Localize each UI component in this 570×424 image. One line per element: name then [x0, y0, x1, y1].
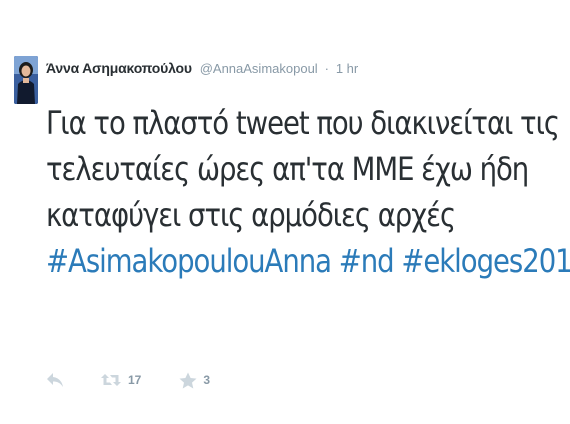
retweet-button[interactable]: 17: [100, 372, 141, 388]
display-name[interactable]: Άννα Ασημακοπούλου: [46, 60, 192, 76]
hashtag-link[interactable]: #nd: [339, 242, 395, 280]
tweet-text: Για το πλαστό tweet που διακινείται τις …: [46, 100, 570, 284]
hashtag-link[interactable]: #ekloges2015: [401, 242, 570, 280]
favorite-button[interactable]: 3: [179, 372, 210, 389]
retweet-icon: [101, 374, 121, 386]
hashtag-link[interactable]: #AsimakopoulouAnna: [46, 242, 332, 280]
reply-button[interactable]: [46, 372, 64, 388]
user-handle[interactable]: @AnnaAsimakopoul: [200, 61, 318, 76]
tweet: Άννα Ασημακοπούλου @AnnaAsimakopoul · 1 …: [0, 0, 570, 424]
favorite-count: 3: [203, 373, 211, 387]
tweet-text-line: τελευταίες ώρες απ'τα ΜΜΕ έχω ήδη: [46, 150, 529, 188]
tweet-header: Άννα Ασημακοπούλου @AnnaAsimakopoul · 1 …: [46, 58, 358, 78]
tweet-actions: 17 3: [46, 368, 210, 392]
star-icon: [179, 372, 197, 388]
tweet-text-line: Για το πλαστό tweet που διακινείται τις: [46, 104, 560, 142]
reply-icon: [47, 373, 63, 387]
tweet-timestamp[interactable]: 1 hr: [336, 61, 358, 76]
avatar[interactable]: [14, 56, 38, 104]
separator-dot: ·: [324, 61, 329, 76]
avatar-image: [14, 56, 38, 104]
hashtag-line: #AsimakopoulouAnna #nd #ekloges2015: [46, 238, 570, 284]
tweet-text-line: καταφύγει στις αρμόδιες αρχές: [46, 196, 456, 234]
retweet-count: 17: [128, 373, 142, 387]
